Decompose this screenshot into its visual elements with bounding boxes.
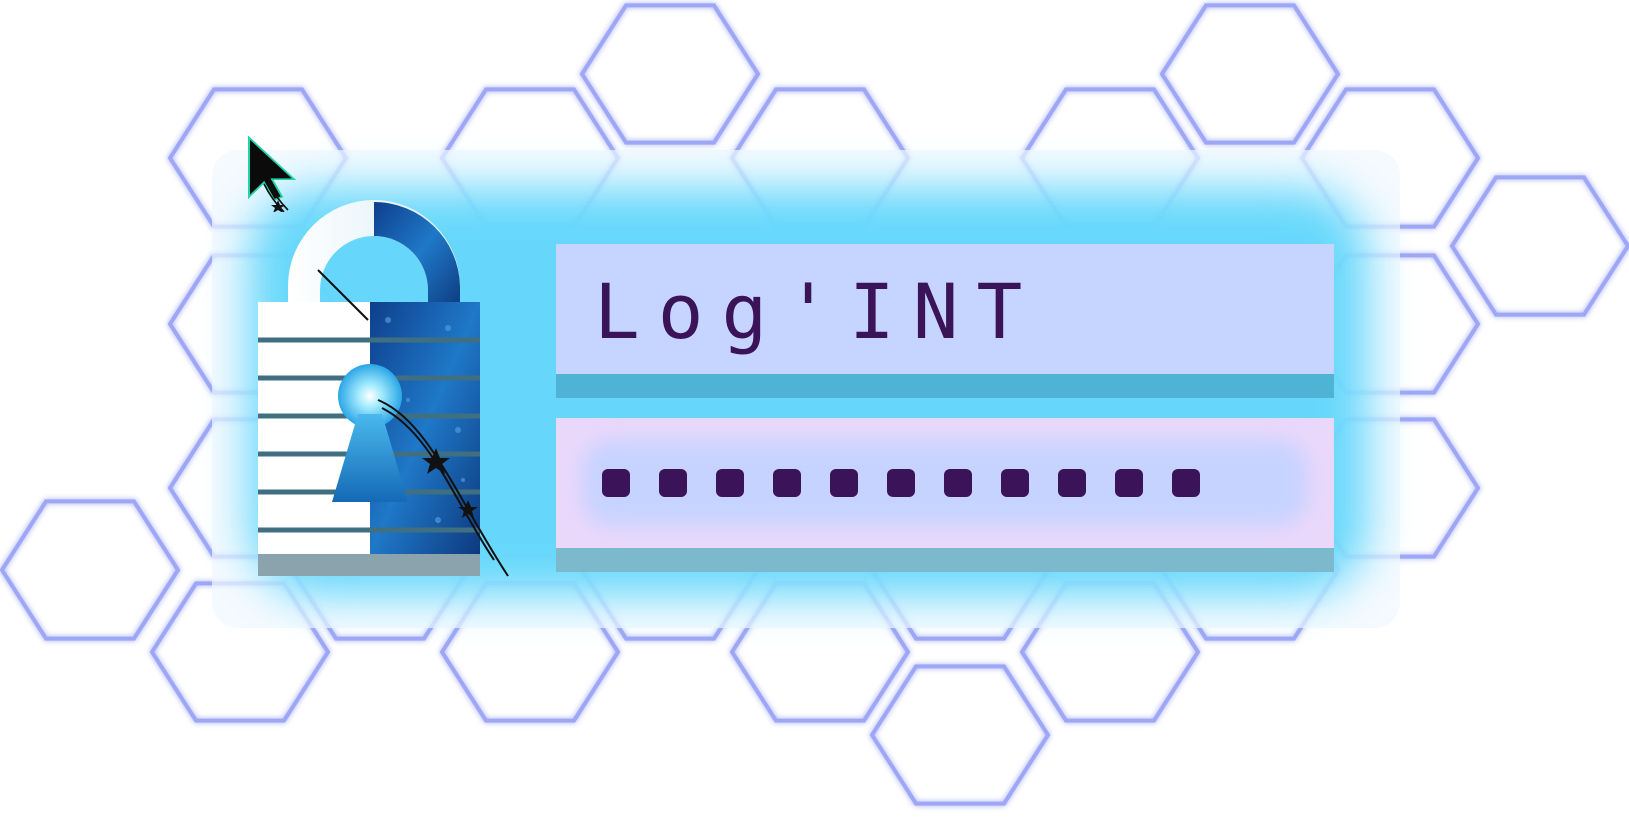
hexagon-shape [1159, 3, 1341, 145]
password-mask-dot [602, 469, 630, 497]
login-screen: Log'INT [0, 0, 1629, 834]
password-mask [602, 468, 1200, 498]
hexagon-shape [869, 664, 1051, 806]
password-mask-dot [773, 469, 801, 497]
password-field-shelf [556, 548, 1334, 572]
password-field[interactable] [556, 418, 1334, 572]
password-mask-dot [716, 469, 744, 497]
password-mask-dot [659, 469, 687, 497]
password-mask-dot [887, 469, 915, 497]
mouse-pointer-icon [246, 135, 297, 213]
password-mask-dot [1115, 469, 1143, 497]
username-field[interactable]: Log'INT [556, 244, 1334, 398]
hexagon-shape [579, 3, 761, 145]
padlock-keyhole-icon [258, 200, 548, 600]
username-field-shelf [556, 374, 1334, 398]
password-mask-dot [1058, 469, 1086, 497]
password-mask-dot [1001, 469, 1029, 497]
hexagon-shape [1449, 175, 1629, 317]
password-mask-dot [944, 469, 972, 497]
password-mask-dot [830, 469, 858, 497]
hexagon-shape [0, 499, 181, 641]
username-value: Log'INT [594, 267, 1041, 356]
password-mask-dot [1172, 469, 1200, 497]
